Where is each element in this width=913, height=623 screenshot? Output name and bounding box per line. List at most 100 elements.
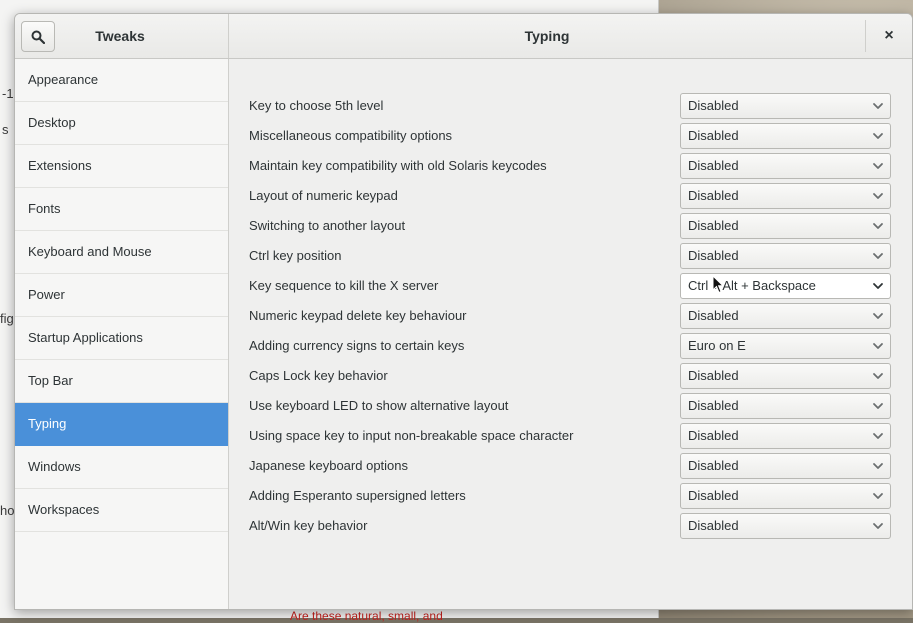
search-button[interactable] [21, 21, 55, 52]
setting-row: Japanese keyboard options Disabled [229, 451, 912, 481]
page-title: Typing [524, 28, 570, 44]
setting-label: Switching to another layout [249, 218, 406, 233]
background-text-fragment: fig [0, 311, 14, 326]
chevron-down-icon [873, 433, 883, 439]
setting-label: Adding currency signs to certain keys [249, 338, 465, 353]
setting-row: Maintain key compatibility with old Sola… [229, 151, 912, 181]
setting-label: Key to choose 5th level [249, 98, 384, 113]
chevron-down-icon [873, 463, 883, 469]
setting-dropdown[interactable]: Disabled [680, 123, 891, 149]
sidebar-item-startup-applications[interactable]: Startup Applications [15, 317, 228, 360]
setting-label: Adding Esperanto supersigned letters [249, 488, 466, 503]
chevron-down-icon [873, 403, 883, 409]
chevron-down-icon [873, 193, 883, 199]
setting-dropdown[interactable]: Euro on E [680, 333, 891, 359]
setting-dropdown[interactable]: Disabled [680, 453, 891, 479]
sidebar: Appearance Desktop Extensions Fonts Keyb… [15, 59, 229, 609]
dropdown-value: Disabled [688, 158, 739, 173]
chevron-down-icon [873, 493, 883, 499]
setting-dropdown[interactable]: Disabled [680, 183, 891, 209]
dropdown-value: Disabled [688, 248, 739, 263]
setting-row: Key to choose 5th level Disabled [229, 91, 912, 121]
setting-dropdown[interactable]: Disabled [680, 363, 891, 389]
setting-label: Use keyboard LED to show alternative lay… [249, 398, 509, 413]
search-icon [31, 30, 45, 44]
setting-label: Miscellaneous compatibility options [249, 128, 453, 143]
dropdown-value: Disabled [688, 458, 739, 473]
chevron-down-icon [873, 343, 883, 349]
sidebar-item-keyboard-and-mouse[interactable]: Keyboard and Mouse [15, 231, 228, 274]
header-left-pane: Tweaks [15, 14, 229, 58]
setting-row: Adding currency signs to certain keys Eur… [229, 331, 912, 361]
dropdown-value: Disabled [688, 518, 739, 533]
chevron-down-icon [873, 133, 883, 139]
setting-dropdown[interactable]: Disabled [680, 243, 891, 269]
setting-label: Caps Lock key behavior [249, 368, 388, 383]
sidebar-item-top-bar[interactable]: Top Bar [15, 360, 228, 403]
sidebar-item-fonts[interactable]: Fonts [15, 188, 228, 231]
dropdown-value: Disabled [688, 98, 739, 113]
chevron-down-icon [873, 103, 883, 109]
app-title: Tweaks [95, 28, 145, 44]
dropdown-value: Disabled [688, 188, 739, 203]
setting-dropdown[interactable]: Disabled [680, 213, 891, 239]
setting-row: Alt/Win key behavior Disabled [229, 511, 912, 541]
setting-label: Key sequence to kill the X server [249, 278, 439, 293]
setting-label: Ctrl key position [249, 248, 342, 263]
background-text-fragment: s [2, 122, 9, 137]
sidebar-item-power[interactable]: Power [15, 274, 228, 317]
chevron-down-icon [873, 253, 883, 259]
setting-dropdown[interactable]: Disabled [680, 153, 891, 179]
sidebar-item-typing[interactable]: Typing [15, 403, 228, 446]
sidebar-item-desktop[interactable]: Desktop [15, 102, 228, 145]
setting-row: Switching to another layout Disabled [229, 211, 912, 241]
setting-label: Alt/Win key behavior [249, 518, 368, 533]
setting-label: Using space key to input non-breakable s… [249, 428, 574, 443]
close-icon: × [884, 27, 894, 44]
setting-label: Numeric keypad delete key behaviour [249, 308, 467, 323]
sidebar-item-appearance[interactable]: Appearance [15, 59, 228, 102]
mouse-pointer-icon [712, 275, 724, 294]
chevron-down-icon [873, 373, 883, 379]
setting-dropdown[interactable]: Disabled [680, 93, 891, 119]
setting-row: Using space key to input non-breakable s… [229, 421, 912, 451]
close-button[interactable]: × [877, 24, 901, 48]
dropdown-value: Ctrl + Alt + Backspace [688, 278, 816, 293]
dropdown-value: Disabled [688, 308, 739, 323]
background-text-fragment: ho [0, 503, 15, 518]
sidebar-item-windows[interactable]: Windows [15, 446, 228, 489]
setting-row: Caps Lock key behavior Disabled [229, 361, 912, 391]
chevron-down-icon [873, 223, 883, 229]
setting-row: Numeric keypad delete key behaviour Disab… [229, 301, 912, 331]
setting-dropdown[interactable]: Disabled [680, 393, 891, 419]
setting-row: Layout of numeric keypad Disabled [229, 181, 912, 211]
dropdown-value: Disabled [688, 128, 739, 143]
setting-label: Layout of numeric keypad [249, 188, 398, 203]
typing-settings-panel: Key to choose 5th level Disabled Miscellan… [229, 59, 912, 609]
dropdown-value: Euro on E [688, 338, 746, 353]
setting-dropdown[interactable]: Disabled [680, 303, 891, 329]
chevron-down-icon [873, 163, 883, 169]
setting-label: Japanese keyboard options [249, 458, 409, 473]
setting-dropdown[interactable]: Disabled [680, 513, 891, 539]
background-text-fragment: -1 [2, 86, 14, 101]
setting-row: Ctrl key position Disabled [229, 241, 912, 271]
tweaks-window: Tweaks Typing × Appearance Desktop Exten… [14, 13, 913, 610]
dropdown-value: Disabled [688, 368, 739, 383]
sidebar-item-extensions[interactable]: Extensions [15, 145, 228, 188]
chevron-down-icon [873, 283, 883, 289]
setting-row: Miscellaneous compatibility options Disab… [229, 121, 912, 151]
sidebar-item-workspaces[interactable]: Workspaces [15, 489, 228, 532]
setting-row: Key sequence to kill the X server Ctrl + … [229, 271, 912, 301]
dropdown-value: Disabled [688, 398, 739, 413]
dropdown-value: Disabled [688, 218, 739, 233]
dropdown-value: Disabled [688, 488, 739, 503]
chevron-down-icon [873, 313, 883, 319]
setting-row: Adding Esperanto supersigned letters Disa… [229, 481, 912, 511]
setting-dropdown[interactable]: Disabled [680, 423, 891, 449]
chevron-down-icon [873, 523, 883, 529]
header-bar: Tweaks Typing × [15, 14, 912, 59]
setting-dropdown[interactable]: Disabled [680, 483, 891, 509]
setting-row: Use keyboard LED to show alternative lay… [229, 391, 912, 421]
background-link[interactable]: Are these natural, small, and [290, 609, 443, 623]
